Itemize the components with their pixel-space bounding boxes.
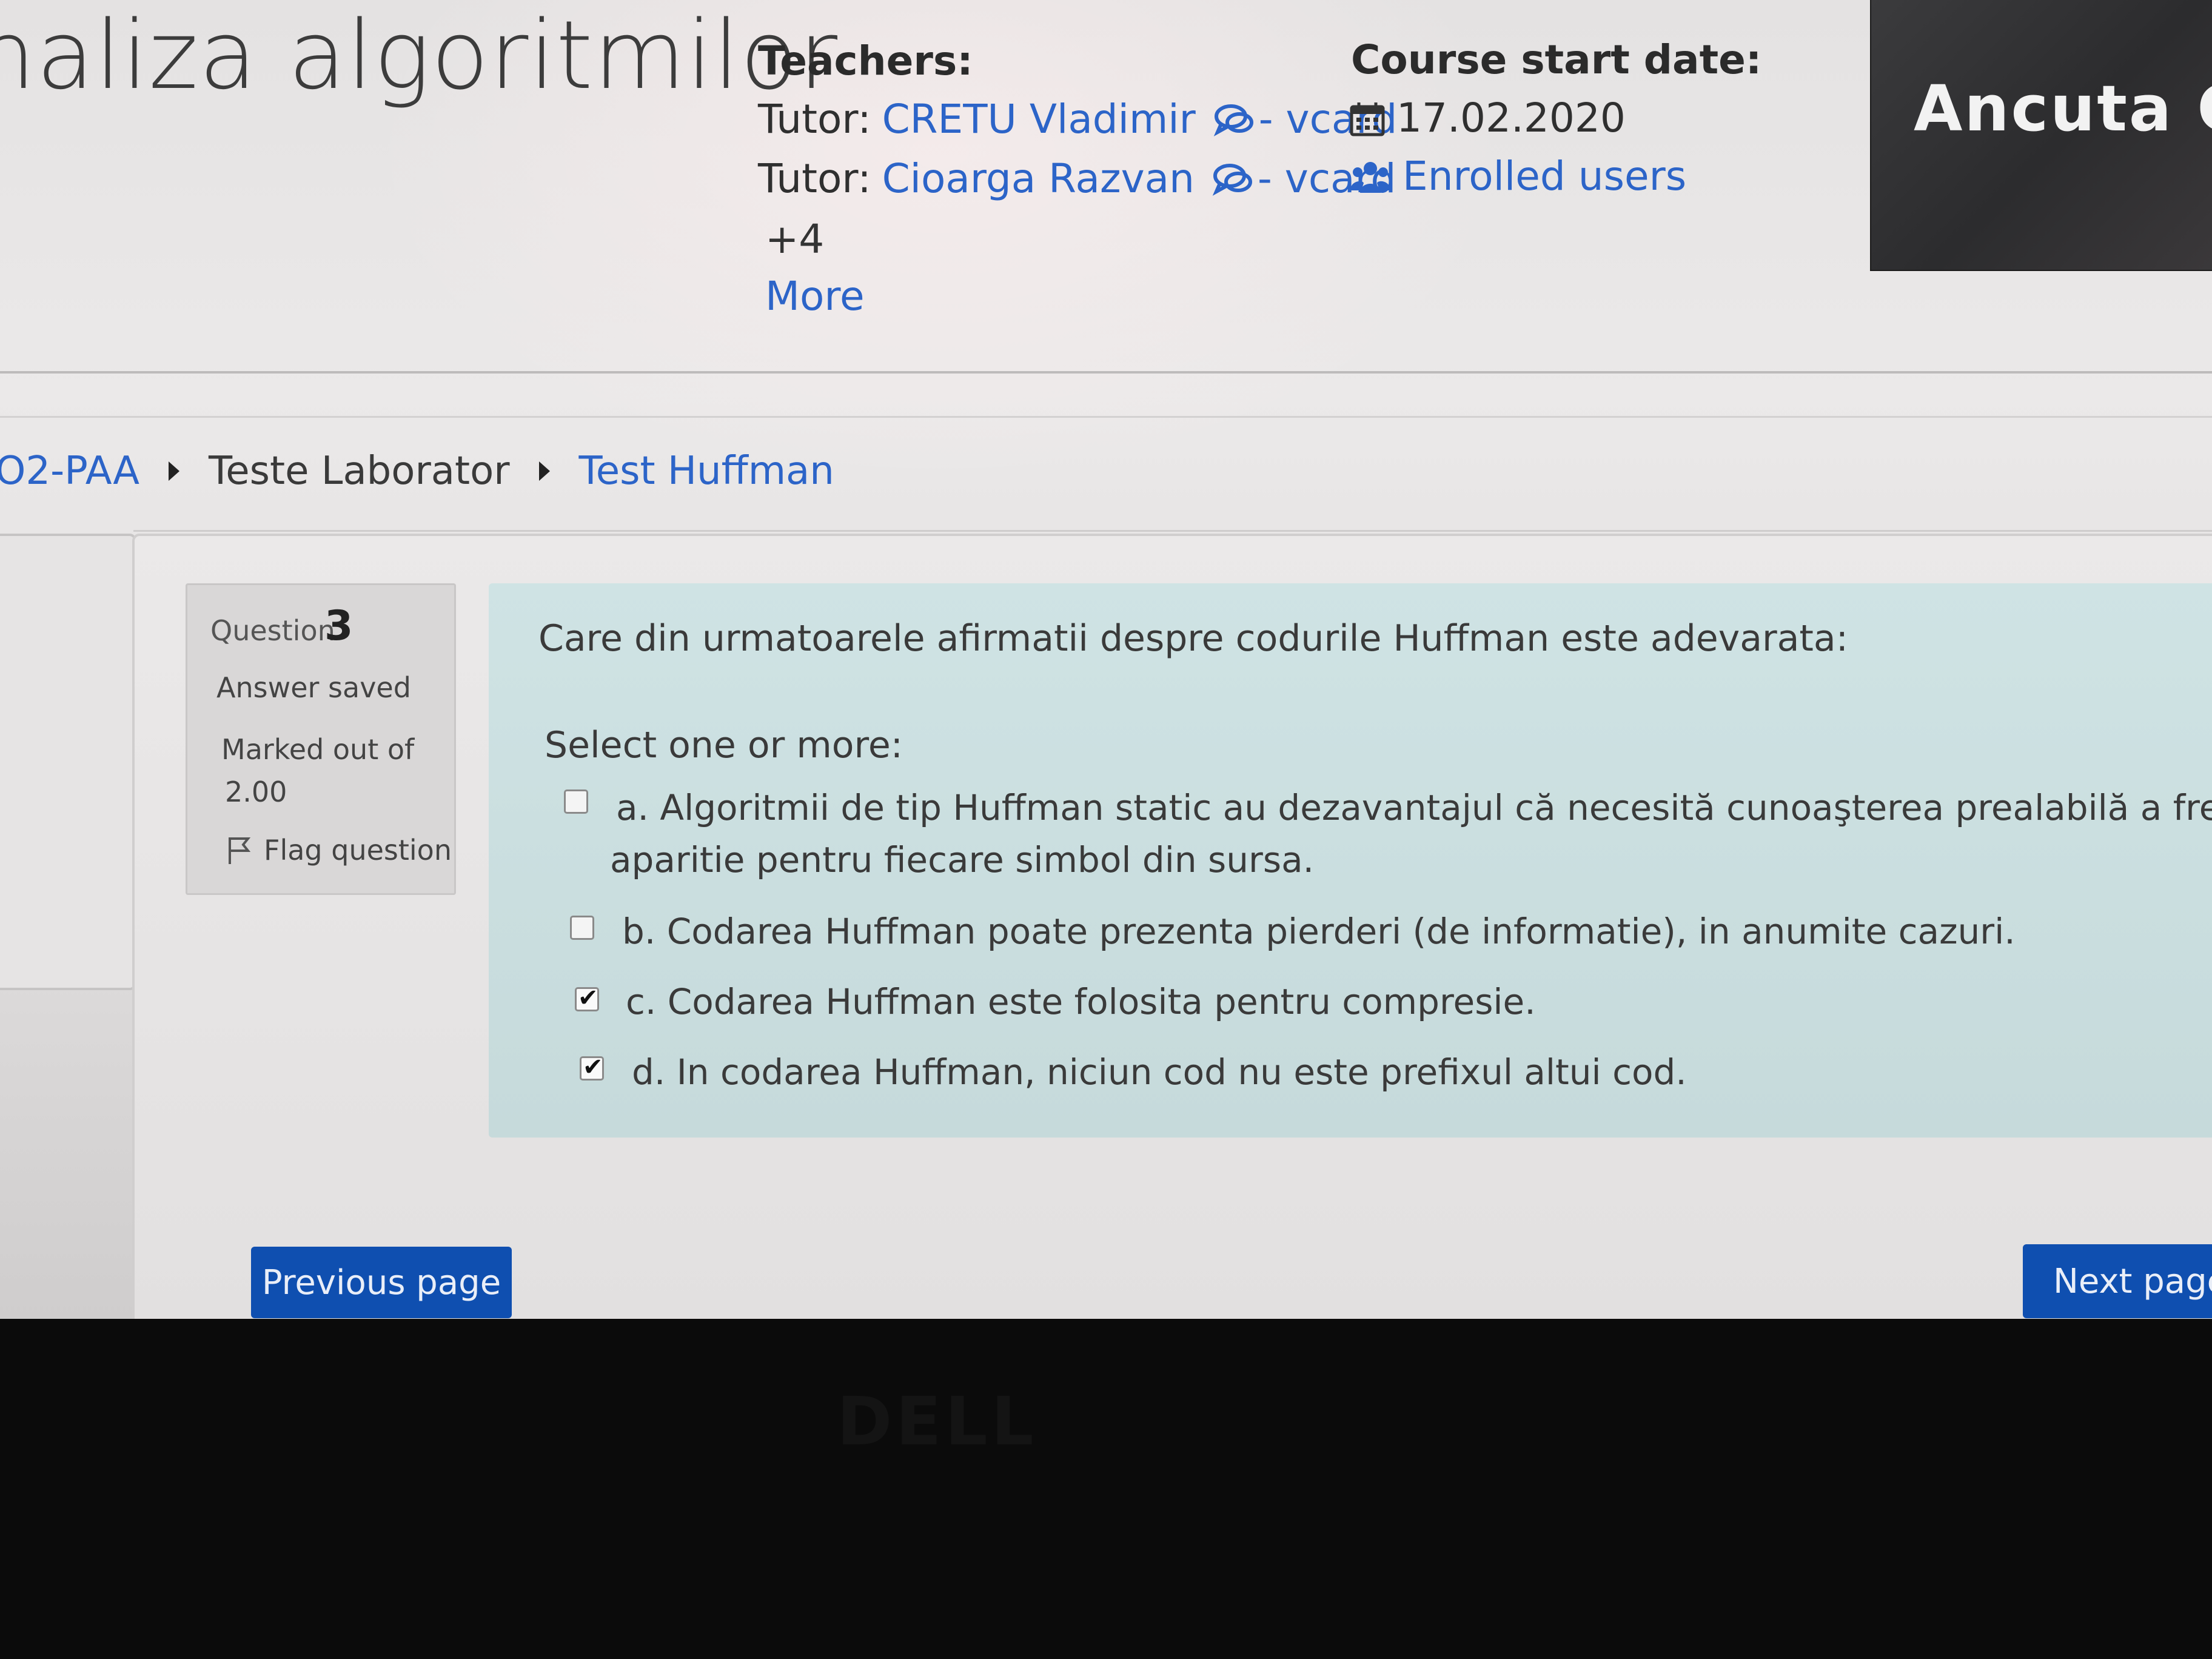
screen: naliza algoritmilor Teachers: Tutor: CRE… bbox=[0, 0, 2212, 1319]
answer-prompt: Select one or more: bbox=[545, 724, 903, 766]
answer-d-label[interactable]: d. In codarea Huffman, niciun cod nu est… bbox=[632, 1051, 1687, 1093]
tutor-row-1: Tutor: CRETU Vladimir - vcard bbox=[758, 96, 1397, 142]
tutor-name-link[interactable]: CRETU Vladimir bbox=[882, 96, 1196, 142]
tutor-prefix: Tutor: bbox=[758, 155, 871, 202]
flag-question-label: Flag question bbox=[264, 834, 452, 866]
tutor-name-link[interactable]: Cioarga Razvan bbox=[882, 155, 1195, 202]
question-grade-label: Marked out of bbox=[221, 733, 415, 766]
question-content: Care din urmatoarele afirmatii despre co… bbox=[489, 583, 2212, 1138]
breadcrumb-item-quiz[interactable]: Test Huffman bbox=[579, 449, 834, 494]
answer-a-label-line2[interactable]: aparitie pentru fiecare simbol din sursa… bbox=[610, 839, 1314, 880]
question-text: Care din urmatoarele afirmatii despre co… bbox=[538, 617, 1848, 660]
answer-c-checkbox[interactable]: ✔ bbox=[575, 984, 599, 1012]
users-icon bbox=[1349, 158, 1392, 195]
participant-name: Ancuta Ca bbox=[1914, 72, 2212, 146]
enrolled-users-label: Enrolled users bbox=[1403, 153, 1687, 199]
divider bbox=[133, 530, 2212, 532]
flag-question-button[interactable]: Flag question bbox=[226, 834, 452, 866]
enrolled-users-link[interactable]: Enrolled users bbox=[1349, 153, 1686, 199]
course-start-heading: Course start date: bbox=[1351, 36, 1762, 83]
question-number: 3 bbox=[324, 602, 354, 650]
calendar-icon bbox=[1349, 100, 1386, 136]
chat-icon[interactable] bbox=[1213, 101, 1255, 138]
tutor-prefix: Tutor: bbox=[758, 96, 871, 142]
start-date-value: 17.02.2020 bbox=[1396, 95, 1626, 141]
answer-c-label[interactable]: c. Codarea Huffman este folosita pentru … bbox=[626, 981, 1536, 1022]
divider bbox=[0, 416, 2212, 418]
chat-icon[interactable] bbox=[1212, 161, 1254, 197]
video-thumbnail: Ancuta Ca bbox=[1871, 0, 2212, 270]
caret-right-icon bbox=[169, 461, 180, 481]
course-start-date: 17.02.2020 bbox=[1349, 95, 1626, 141]
question-label: Question bbox=[210, 614, 335, 647]
teachers-heading: Teachers: bbox=[758, 38, 973, 84]
answer-a-checkbox[interactable] bbox=[564, 789, 588, 814]
answer-b-label[interactable]: b. Codarea Huffman poate prezenta pierde… bbox=[622, 911, 2016, 952]
breadcrumb-item-course[interactable]: O2-PAA bbox=[0, 449, 139, 494]
answer-d-checkbox[interactable]: ✔ bbox=[580, 1053, 604, 1081]
checkmark-icon: ✔ bbox=[583, 1053, 603, 1081]
answer-b-checkbox[interactable] bbox=[570, 916, 594, 940]
breadcrumb: O2-PAA Teste Laborator Test Huffman bbox=[0, 449, 834, 494]
previous-page-button[interactable]: Previous page bbox=[251, 1247, 512, 1318]
course-title: naliza algoritmilor bbox=[0, 0, 839, 110]
divider bbox=[0, 371, 2212, 374]
question-state: Answer saved bbox=[216, 671, 411, 704]
tutor-row-2: Tutor: Cioarga Razvan - vcard bbox=[758, 155, 1396, 202]
more-link[interactable]: More bbox=[765, 273, 865, 320]
question-info-box: Question 3 Answer saved Marked out of 2.… bbox=[186, 583, 456, 895]
monitor-brand-logo: DELL bbox=[837, 1382, 1037, 1460]
answer-a-label[interactable]: a. Algoritmii de tip Huffman static au d… bbox=[616, 787, 2212, 828]
checkmark-icon: ✔ bbox=[578, 984, 598, 1012]
caret-right-icon bbox=[538, 461, 550, 481]
next-page-button[interactable]: Next page bbox=[2023, 1244, 2212, 1318]
flag-icon bbox=[226, 835, 252, 865]
left-side-block bbox=[0, 534, 136, 990]
breadcrumb-item-section: Teste Laborator bbox=[209, 449, 510, 494]
question-grade-value: 2.00 bbox=[225, 776, 287, 808]
more-teachers-count: +4 bbox=[765, 216, 825, 263]
